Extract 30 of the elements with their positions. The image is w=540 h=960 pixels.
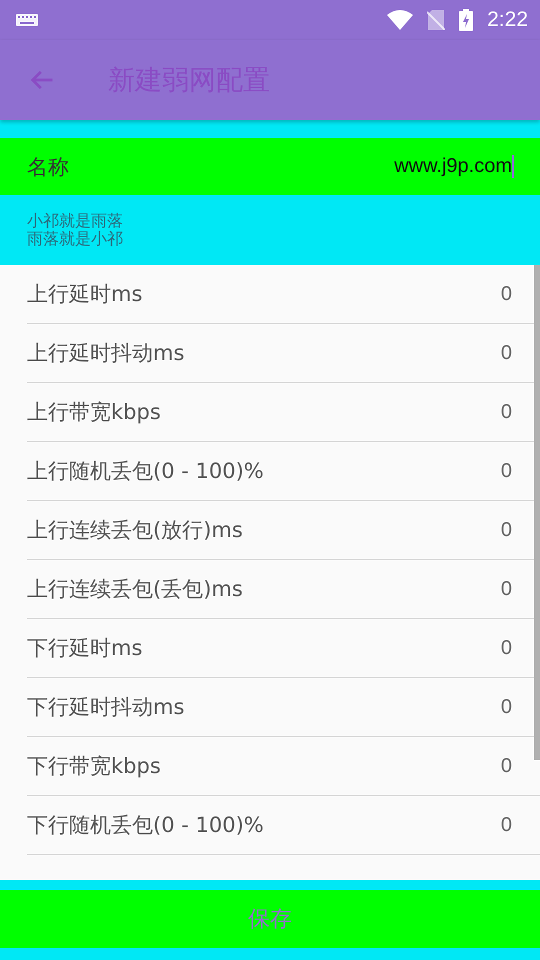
setting-value: 0	[500, 636, 512, 660]
setting-value: 0	[500, 814, 512, 836]
setting-value: 0	[500, 754, 512, 778]
battery-charging-icon	[459, 9, 474, 31]
setting-value: 0	[500, 460, 512, 482]
name-input-field[interactable]: www.j9p.com	[292, 155, 514, 178]
setting-label: 下行延时ms	[27, 635, 144, 662]
setting-value: 0	[500, 400, 512, 424]
setting-value: 0	[500, 696, 512, 718]
setting-value: 0	[500, 518, 512, 542]
setting-label: 上行延时抖动ms	[27, 340, 186, 367]
setting-label: 下行延时抖动ms	[27, 694, 186, 721]
setting-label: 上行随机丢包(0 - 100)%	[27, 458, 265, 485]
name-label: 名称	[27, 154, 70, 180]
setting-value: 0	[500, 578, 512, 600]
setting-label: 上行连续丢包(放行)ms	[27, 517, 244, 544]
setting-label: 上行延时ms	[27, 281, 144, 308]
setting-value: 0	[500, 282, 512, 306]
setting-value: 0	[500, 342, 512, 364]
hint-text: 雨落就是小祁	[27, 230, 124, 248]
setting-label: 上行带宽kbps	[27, 399, 162, 426]
scrollbar[interactable]	[534, 265, 540, 760]
no-sim-icon	[427, 10, 446, 30]
setting-label: 下行随机丢包(0 - 100)%	[27, 812, 265, 839]
wifi-icon	[387, 10, 414, 30]
keyboard-icon	[16, 14, 38, 26]
setting-label: 上行连续丢包(丢包)ms	[27, 576, 244, 603]
setting-label: 下行带宽kbps	[27, 753, 162, 780]
status-time: 2:22	[487, 8, 528, 32]
hint-text: 小祁就是雨落	[27, 212, 124, 230]
